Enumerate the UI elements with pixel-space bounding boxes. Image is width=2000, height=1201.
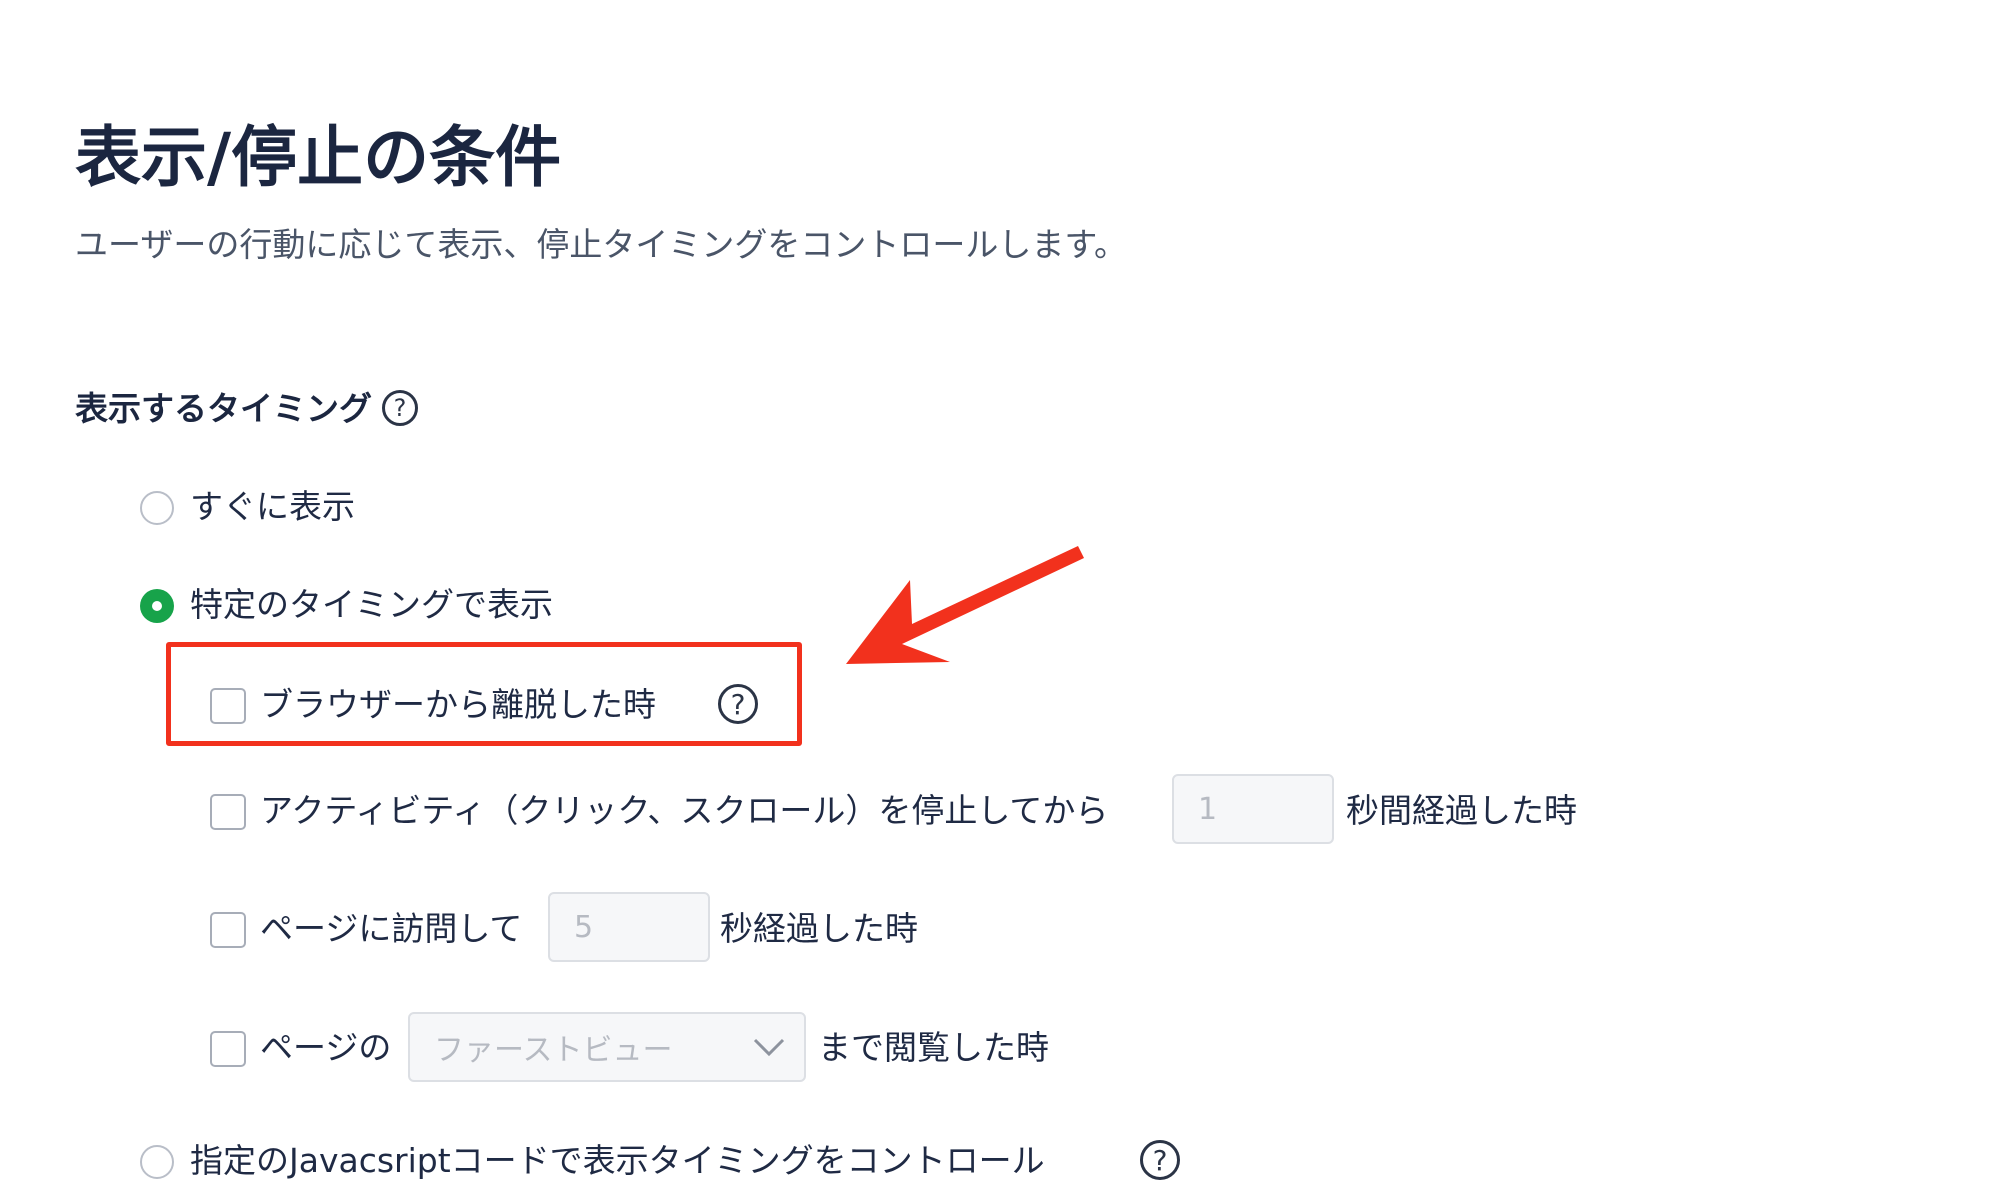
page-visit-seconds-suffix: 秒経過した時 [720,909,918,948]
arrow-icon [846,546,1084,664]
page-title: 表示/停止の条件 [75,119,562,196]
scroll-position-select[interactable]: ファーストビュー [408,1012,806,1082]
radio-javascript-control-label[interactable]: 指定のJavacsriptコードで表示タイミングをコントロール [190,1144,1045,1177]
annotation-highlight-box [166,642,802,746]
checkbox-page-scroll[interactable] [210,1031,246,1067]
radio-javascript-control[interactable] [140,1145,174,1179]
section-heading-label: 表示するタイミング [75,388,372,428]
radio-show-specific-timing[interactable] [140,589,174,623]
question-circle-icon[interactable]: ? [382,390,418,426]
scroll-position-suffix: まで閲覧した時 [818,1028,1049,1067]
checkbox-page-visit-label[interactable]: ページに訪問して [260,912,522,945]
checkbox-inactivity[interactable] [210,794,246,830]
checkbox-inactivity-label[interactable]: アクティビティ（クリック、スクロール）を停止してから [260,794,1108,827]
inactivity-seconds-input[interactable]: 1 [1172,774,1334,844]
radio-show-specific-timing-label[interactable]: 特定のタイミングで表示 [190,588,553,621]
chevron-down-icon [753,1038,785,1057]
section-heading-display-timing: 表示するタイミング ? [75,390,418,426]
question-circle-icon[interactable]: ? [1140,1140,1180,1180]
radio-show-immediately[interactable] [140,491,174,525]
checkbox-page-visit[interactable] [210,912,246,948]
page-visit-seconds-input[interactable]: 5 [548,892,710,962]
page-subtitle: ユーザーの行動に応じて表示、停止タイミングをコントロールします。 [75,225,1128,264]
inactivity-seconds-suffix: 秒間経過した時 [1346,791,1577,830]
checkbox-page-scroll-label[interactable]: ページの [260,1031,391,1064]
scroll-position-select-value: ファーストビュー [434,1033,673,1068]
radio-show-immediately-label[interactable]: すぐに表示 [190,490,355,523]
